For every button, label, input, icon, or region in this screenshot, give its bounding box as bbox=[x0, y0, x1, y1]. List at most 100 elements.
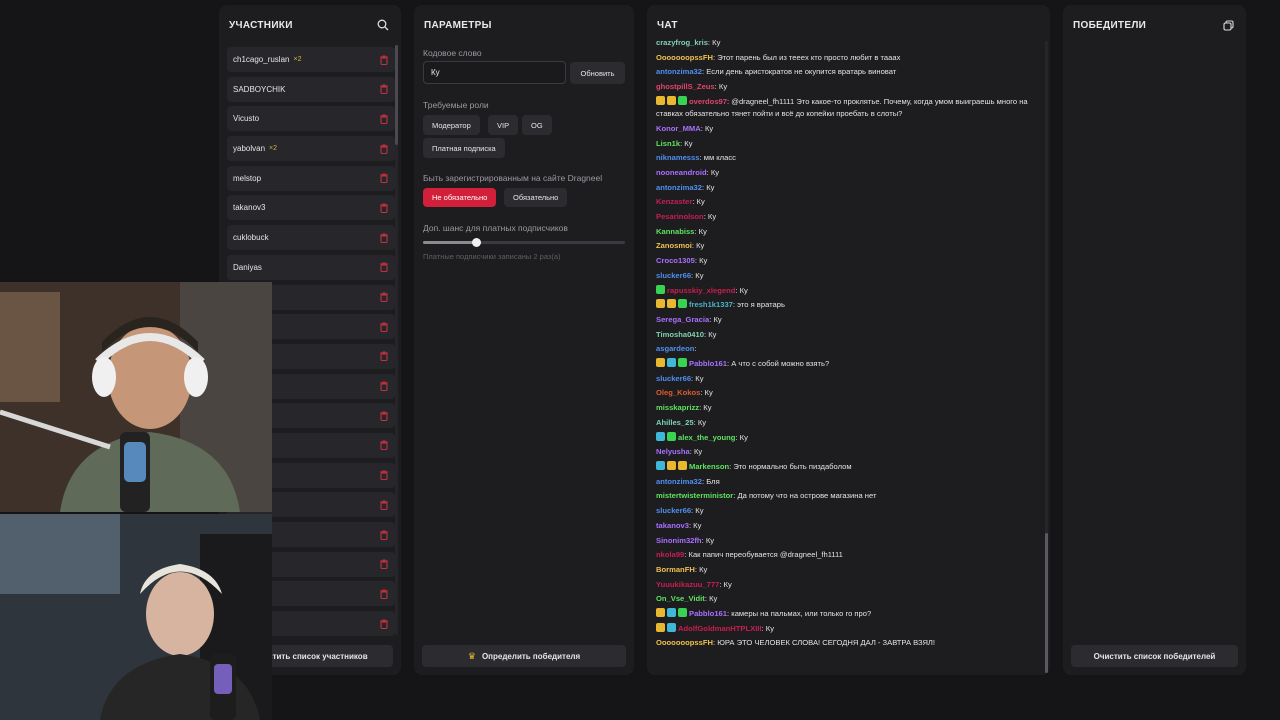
role-og-button[interactable]: OG bbox=[522, 115, 552, 135]
chat-username[interactable]: Zanosmoi bbox=[656, 241, 692, 250]
chat-username[interactable]: nooneandroid bbox=[656, 168, 707, 177]
search-icon[interactable] bbox=[375, 17, 391, 33]
chat-username[interactable]: BormanFH bbox=[656, 565, 695, 574]
chat-username[interactable]: Markenson bbox=[689, 462, 729, 471]
code-word-input[interactable]: Ку bbox=[423, 61, 566, 84]
trash-icon[interactable] bbox=[379, 440, 389, 451]
chat-username[interactable]: Serega_Gracia bbox=[656, 315, 709, 324]
trash-icon[interactable] bbox=[379, 292, 389, 303]
chat-username[interactable]: Pabblo161 bbox=[689, 359, 727, 368]
chat-username[interactable]: niknamesss bbox=[656, 153, 699, 162]
chance-hint: Платные подписчики записаны 2 раз(а) bbox=[423, 252, 561, 261]
participant-item[interactable]: Vicusto bbox=[227, 106, 395, 132]
trash-icon[interactable] bbox=[379, 351, 389, 362]
chat-username[interactable]: OoooooopssFH bbox=[656, 53, 713, 62]
chat-username[interactable]: fresh1k1337 bbox=[689, 300, 733, 309]
badge-icon bbox=[656, 431, 665, 441]
badge-icon bbox=[678, 460, 687, 470]
trash-icon[interactable] bbox=[379, 589, 389, 599]
trash-icon[interactable] bbox=[379, 322, 389, 332]
trash-icon[interactable] bbox=[379, 381, 389, 392]
trash-icon[interactable] bbox=[379, 114, 389, 124]
participant-item[interactable]: yabolvan ×2 bbox=[227, 136, 395, 162]
chat-username[interactable]: asgardeon bbox=[656, 344, 694, 353]
role-vip-button[interactable]: VIP bbox=[488, 115, 519, 135]
chat-username[interactable]: Pabblo161 bbox=[689, 609, 727, 618]
chat-message: Sinonim32fh: Ку bbox=[656, 535, 715, 545]
chat-username[interactable]: Ahilles_25 bbox=[656, 418, 694, 427]
chat-username[interactable]: Pesarinolson bbox=[656, 212, 704, 221]
trash-icon[interactable] bbox=[379, 411, 389, 421]
chat-username[interactable]: antonzima32 bbox=[656, 183, 702, 192]
chat-username[interactable]: Lisn1k bbox=[656, 139, 680, 148]
chat-username[interactable]: Timosha0410 bbox=[656, 330, 704, 339]
trash-icon[interactable] bbox=[379, 203, 389, 213]
chat-username[interactable]: On_Vse_Vidit bbox=[656, 594, 705, 603]
trash-icon[interactable] bbox=[379, 144, 389, 154]
participant-item[interactable]: SADBOYCHIK bbox=[227, 76, 395, 102]
chat-username[interactable]: Croco1305 bbox=[656, 256, 695, 265]
chance-slider[interactable] bbox=[423, 238, 625, 247]
chat-username[interactable]: nkola99 bbox=[656, 550, 684, 559]
copy-icon[interactable] bbox=[1220, 17, 1236, 33]
chat-username[interactable]: rapusskiy_xlegend bbox=[667, 286, 735, 295]
trash-icon[interactable] bbox=[379, 619, 389, 629]
chat-username[interactable]: Kenzaster bbox=[656, 197, 692, 206]
chat-text: А что с собой можно взять? bbox=[731, 359, 830, 369]
trash-icon[interactable] bbox=[379, 173, 389, 184]
chat-username[interactable]: misskaprizz bbox=[656, 403, 699, 412]
chat-username[interactable]: Kannabiss bbox=[656, 227, 694, 236]
slider-handle[interactable] bbox=[471, 238, 481, 247]
chat-username[interactable]: slucker66 bbox=[656, 271, 691, 280]
trash-icon[interactable] bbox=[379, 84, 389, 95]
trash-icon[interactable] bbox=[379, 530, 389, 540]
chat-username[interactable]: Oleg_Kokos bbox=[656, 388, 700, 397]
participants-title: УЧАСТНИКИ bbox=[229, 20, 293, 31]
chat-username[interactable]: slucker66 bbox=[656, 374, 691, 383]
chat-message: Nelyusha: Ку bbox=[656, 447, 703, 457]
chat-username[interactable]: crazyfrog_kris bbox=[656, 38, 708, 47]
chat-username[interactable]: AdolfGoldmanHTPLXIII bbox=[678, 624, 762, 633]
role-moderator-button[interactable]: Модератор bbox=[423, 115, 480, 135]
participant-item[interactable]: Daniyas bbox=[227, 254, 395, 280]
update-button[interactable]: Обновить bbox=[570, 62, 625, 84]
chat-message: Markenson: Это нормально быть пиздаболом bbox=[656, 460, 1038, 475]
chat-username[interactable]: Konor_MMA bbox=[656, 124, 701, 133]
chat-username[interactable]: overdos97 bbox=[689, 97, 727, 106]
trash-icon[interactable] bbox=[379, 470, 389, 481]
chat-username[interactable]: slucker66 bbox=[656, 506, 691, 515]
chat-username[interactable]: takanov3 bbox=[656, 521, 689, 530]
participant-item[interactable]: melstop bbox=[227, 165, 395, 191]
chat-text: Ку bbox=[695, 506, 704, 516]
participants-scrollbar[interactable] bbox=[395, 45, 398, 635]
chat-username[interactable]: mistertwisterministor bbox=[656, 491, 733, 500]
chat-scrollbar[interactable] bbox=[1045, 41, 1048, 673]
participant-item[interactable]: ch1cago_ruslan ×2 bbox=[227, 47, 395, 72]
participant-name: ch1cago_ruslan bbox=[233, 55, 290, 64]
trash-icon[interactable] bbox=[379, 500, 389, 510]
chat-username[interactable]: antonzima32 bbox=[656, 67, 702, 76]
clear-winners-button[interactable]: Очистить список победителей bbox=[1071, 645, 1238, 667]
chat-username[interactable]: alex_the_young bbox=[678, 433, 735, 442]
chat-message: Lisn1k: Ку bbox=[656, 138, 693, 148]
participant-item[interactable]: cuklobuck bbox=[227, 225, 395, 251]
chat-username[interactable]: ghostpillS_Zeus bbox=[656, 82, 715, 91]
chat-message: Croco1305: Ку bbox=[656, 256, 708, 266]
trash-icon[interactable] bbox=[379, 559, 389, 570]
badge-icon bbox=[667, 95, 676, 105]
pick-winner-button[interactable]: ♛ Определить победителя bbox=[422, 645, 626, 667]
trash-icon[interactable] bbox=[379, 233, 389, 243]
role-paid-sub-button[interactable]: Платная подписка bbox=[423, 138, 505, 158]
participant-item[interactable]: takanov3 bbox=[227, 195, 395, 221]
trash-icon[interactable] bbox=[379, 262, 389, 273]
chat-username[interactable]: OoooooopssFH bbox=[656, 638, 713, 647]
badge-icon bbox=[667, 358, 676, 368]
crown-icon: ♛ bbox=[467, 650, 476, 661]
chat-username[interactable]: antonzima32 bbox=[656, 477, 702, 486]
not-required-button[interactable]: Не обязательно bbox=[423, 188, 497, 207]
required-button[interactable]: Обязательно bbox=[504, 188, 568, 207]
chat-username[interactable]: Yuuukikazuu_777 bbox=[656, 580, 719, 589]
trash-icon[interactable] bbox=[379, 55, 389, 65]
chat-username[interactable]: Sinonim32fh bbox=[656, 536, 702, 545]
chat-username[interactable]: Nelyusha bbox=[656, 447, 690, 456]
